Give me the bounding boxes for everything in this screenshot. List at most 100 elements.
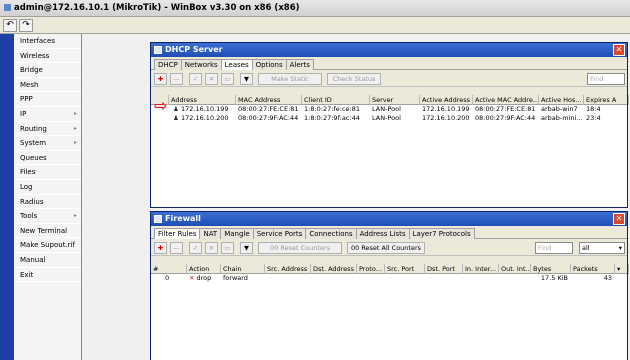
sidebar-item-new-terminal[interactable]: New Terminal [14,224,81,239]
column-header-src-port[interactable]: Src. Port [385,264,425,274]
column-header-protocol[interactable]: Proto... [357,264,385,274]
column-header-number[interactable]: # [151,264,187,274]
table-cell: 23:4 [586,114,601,122]
column-header-out-interface[interactable]: Out. Int... [499,264,531,274]
find-input[interactable]: Find [587,73,625,85]
comment-button[interactable]: ▭ [221,73,234,85]
tab-alerts[interactable]: Alerts [285,59,314,70]
sidebar-item-radius[interactable]: Radius [14,195,81,210]
check-status-button[interactable]: Check Status [327,73,381,85]
close-icon[interactable]: ✕ [613,213,625,225]
tab-leases[interactable]: Leases [220,59,253,70]
column-header-packets[interactable]: Packets [571,264,615,274]
chevron-right-icon: ▸ [73,139,77,147]
undo-button[interactable]: ↶ [3,19,17,32]
table-cell: 08:00:27:FE:CE:81 [238,105,299,113]
window-icon [154,46,162,54]
table-cell: 08:00:27:9F:AC:44 [238,114,299,122]
close-icon[interactable]: ✕ [613,44,625,56]
sidebar-item-system[interactable]: System ▸ [14,136,81,151]
tab-address-lists[interactable]: Address Lists [355,228,410,239]
sidebar-item-label: System [20,139,47,148]
sidebar-item-manual[interactable]: Manual [14,253,81,268]
filter-rules-table: # Action Chain Src. Address Dst. Address… [151,264,629,360]
sidebar-item-tools[interactable]: Tools ▸ [14,209,81,224]
column-header-active-host[interactable]: Active Hos... [539,95,584,105]
sidebar-item-queues[interactable]: Queues [14,151,81,166]
reset-all-counters-button[interactable]: 00 Reset All Counters [347,242,425,254]
sidebar-item-ppp[interactable]: PPP [14,92,81,107]
table-cell: 1:8:0:27:fe:ce:81 [304,105,360,113]
column-header-action[interactable]: Action [187,264,221,274]
sidebar-item-make-supout-rif[interactable]: Make Supout.rif [14,238,81,253]
chevron-down-icon[interactable]: ▾ [615,264,629,274]
column-header-client-id[interactable]: Client ID [302,95,370,105]
filter-icon[interactable]: ▼ [240,242,253,254]
reset-counters-label: Reset Counters [280,244,330,252]
find-input[interactable]: Find [535,242,573,254]
make-static-button[interactable]: Make Static [258,73,322,85]
tab-nat[interactable]: NAT [199,228,222,239]
column-header-server[interactable]: Server [370,95,420,105]
sidebar-item-log[interactable]: Log [14,180,81,195]
table-cell [425,274,463,283]
dhcp-window-title: DHCP Server [165,45,223,54]
column-header-dst-address[interactable]: Dst. Address [311,264,357,274]
sidebar-item-label: Interfaces [20,37,55,45]
filter-icon[interactable]: ▼ [240,73,253,85]
table-row[interactable]: 0 ✕ drop forward 17.5 KiB 43 [151,274,627,283]
sidebar-item-wireless[interactable]: Wireless [14,49,81,64]
sidebar-item-files[interactable]: Files [14,165,81,180]
sidebar-item-mesh[interactable]: Mesh [14,78,81,93]
sidebar-item-routing[interactable]: Routing ▸ [14,122,81,137]
main-toolbar: ↶ ↷ [0,17,630,34]
reset-counters-button[interactable]: 00 Reset Counters [258,242,342,254]
column-header-in-interface[interactable]: In. Inter... [463,264,499,274]
table-row[interactable]: ♟ 172.16.10.200 08:00:27:9F:AC:44 1:8:0:27:… [151,114,627,123]
table-cell: arbab-win7 [541,105,578,113]
sidebar-item-ip[interactable]: IP ▸ [14,107,81,122]
tab-service-ports[interactable]: Service Ports [252,228,307,239]
remove-button[interactable]: — [170,73,183,85]
column-header-active-address[interactable]: Active Address [420,95,473,105]
redo-button[interactable]: ↷ [19,19,33,32]
sidebar-item-bridge[interactable]: Bridge [14,63,81,78]
firewall-window-titlebar[interactable]: Firewall ✕ [151,212,627,226]
tab-connections[interactable]: Connections [305,228,357,239]
chain-select[interactable]: all ▾ [579,242,625,254]
add-button[interactable]: ✚ [154,73,167,85]
filter-rules-rows: 0 ✕ drop forward 17.5 KiB 43 [151,274,627,283]
dhcp-window-titlebar[interactable]: DHCP Server ✕ [151,43,627,57]
chevron-right-icon: ▸ [73,124,77,132]
column-header-src-address[interactable]: Src. Address [265,264,311,274]
enable-button[interactable]: ✓ [189,73,202,85]
table-cell [385,274,425,283]
table-cell: 08:00:27:FE:CE:81 [475,105,536,113]
disable-button[interactable]: ✕ [205,73,218,85]
disable-button[interactable]: ✕ [205,242,218,254]
sidebar-item-exit[interactable]: Exit [14,268,81,283]
table-row[interactable]: ♟ 172.16.10.199 08:00:27:FE:CE:81 1:8:0:27:… [151,105,627,114]
tab-networks[interactable]: Networks [180,59,222,70]
tab-filter-rules[interactable]: Filter Rules [154,228,201,239]
column-header-bytes[interactable]: Bytes [531,264,571,274]
tab-options[interactable]: Options [251,59,287,70]
sidebar-menu: Interfaces Wireless Bridge Mesh PPP IP ▸ Routin… [14,34,82,360]
table-cell: 18:4 [586,105,601,113]
tab-mangle[interactable]: Mangle [220,228,254,239]
column-header-address[interactable]: Address [169,95,236,105]
sidebar-item-interfaces[interactable]: Interfaces [14,34,81,49]
column-header-expires[interactable]: Expires A [584,95,629,105]
remove-button[interactable]: — [170,242,183,254]
reset-all-counters-label: Reset All Counters [361,244,422,252]
column-header-active-mac[interactable]: Active MAC Addre... [473,95,539,105]
table-cell: LAN-Pool [372,105,401,113]
column-header-dst-port[interactable]: Dst. Port [425,264,463,274]
tab-dhcp[interactable]: DHCP [154,59,182,70]
add-button[interactable]: ✚ [154,242,167,254]
column-header-mac[interactable]: MAC Address [236,95,302,105]
enable-button[interactable]: ✓ [189,242,202,254]
tab-layer7-protocols[interactable]: Layer7 Protocols [408,228,475,239]
comment-button[interactable]: ▭ [221,242,234,254]
column-header-chain[interactable]: Chain [221,264,265,274]
